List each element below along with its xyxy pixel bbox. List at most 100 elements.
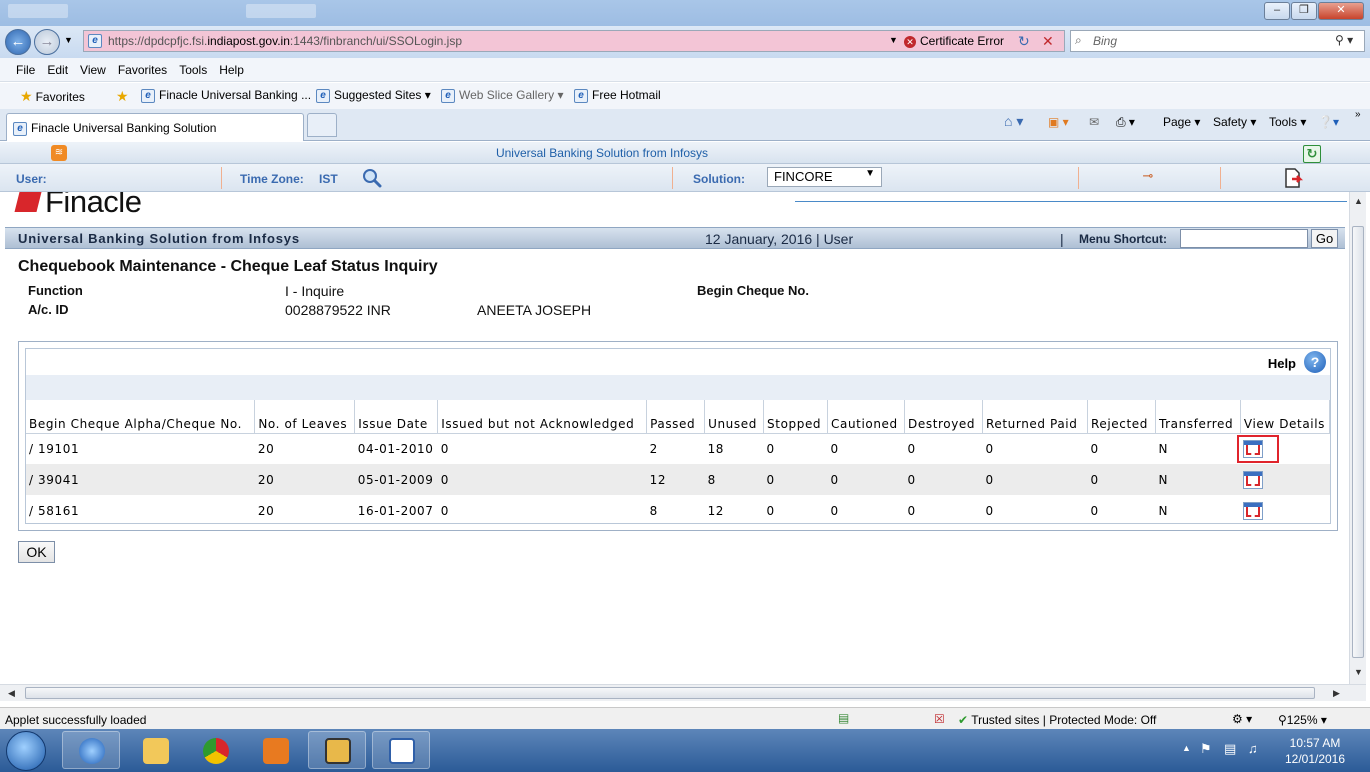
page-title: Chequebook Maintenance - Cheque Leaf Sta… bbox=[18, 258, 438, 275]
col-issued-not-ack: Issued but not Acknowledged bbox=[437, 400, 648, 434]
taskbar-media[interactable] bbox=[246, 731, 304, 769]
go-button[interactable]: Go bbox=[1311, 229, 1338, 248]
fav-link-suggested[interactable]: e Suggested Sites ▾ bbox=[316, 88, 431, 103]
refresh-icon[interactable]: ↻ bbox=[1018, 33, 1030, 50]
favorites-bar: ★ Favorites ★ e Finacle Universal Banking … bbox=[0, 83, 1370, 109]
cell-transferred: N bbox=[1158, 441, 1169, 456]
taskbar-chrome[interactable] bbox=[186, 731, 244, 769]
ie-icon: e bbox=[574, 88, 588, 103]
taskbar-word[interactable] bbox=[372, 731, 430, 769]
help-link[interactable]: Help bbox=[1268, 356, 1296, 371]
zone-info[interactable]: ✔ Trusted sites | Protected Mode: Off bbox=[958, 713, 1156, 727]
ie-icon bbox=[79, 738, 105, 764]
account-value: 0028879522 INR bbox=[285, 302, 391, 318]
scroll-up-icon[interactable]: ▲ bbox=[1354, 196, 1363, 206]
cell-issue-date: 04-01-2010 bbox=[357, 441, 434, 456]
col-view-details: View Details bbox=[1240, 400, 1331, 434]
vertical-scrollbar[interactable]: ▲ ▼ bbox=[1349, 192, 1366, 684]
menu-shortcut-label: Menu Shortcut: bbox=[1079, 232, 1167, 246]
safety-menu[interactable]: Safety ▾ bbox=[1213, 115, 1256, 129]
fav-link-finacle[interactable]: e Finacle Universal Banking ... bbox=[141, 88, 311, 103]
page-menu[interactable]: Page ▾ bbox=[1163, 115, 1200, 129]
scroll-right-icon[interactable]: ▶ bbox=[1333, 688, 1340, 699]
new-tab-button[interactable] bbox=[307, 113, 337, 137]
scroll-left-icon[interactable]: ◀ bbox=[8, 688, 15, 699]
menu-edit[interactable]: Edit bbox=[41, 58, 74, 77]
favorites-button[interactable]: ★ Favorites bbox=[20, 88, 85, 105]
tray-network-icon[interactable]: ▤ bbox=[1224, 741, 1236, 757]
certificate-error-button[interactable]: ✕ Certificate Error bbox=[904, 34, 1004, 48]
session-date: 12 January, 2016 | User bbox=[705, 231, 854, 247]
status-bar: Applet successfully loaded ▤ ☒ ✔ Trusted… bbox=[0, 707, 1370, 729]
menu-tools[interactable]: Tools bbox=[173, 58, 213, 77]
menu-view[interactable]: View bbox=[74, 58, 112, 77]
taskbar-explorer[interactable] bbox=[126, 731, 184, 769]
menu-bar: File Edit View Favorites Tools Help bbox=[0, 58, 1370, 82]
tray-expand-icon[interactable]: ▲ bbox=[1182, 743, 1191, 753]
tray-flag-icon[interactable]: ⚑ bbox=[1200, 741, 1212, 757]
ie-icon: e bbox=[141, 88, 155, 103]
timezone-value: IST bbox=[319, 172, 338, 186]
menu-shortcut-input[interactable] bbox=[1180, 229, 1308, 248]
view-details-icon[interactable] bbox=[1243, 501, 1264, 520]
search-input[interactable]: ⌕ Bing ⚲ ▾ bbox=[1070, 30, 1365, 52]
add-favorite-icon[interactable]: ★ bbox=[116, 88, 132, 105]
address-bar-row: ← → ▼ e https://dpdcpfjc.fsi.indiapost.g… bbox=[0, 26, 1370, 58]
url-dropdown-icon[interactable]: ▼ bbox=[889, 35, 898, 45]
selected-highlight bbox=[1237, 434, 1280, 463]
system-clock[interactable]: 10:57 AM 12/01/2016 bbox=[1266, 735, 1364, 767]
solution-select[interactable]: FINCORE ▼ bbox=[767, 167, 882, 187]
view-details-icon[interactable] bbox=[1243, 470, 1264, 489]
search-go-icon[interactable]: ⚲ ▾ bbox=[1335, 33, 1353, 47]
tray-volume-icon[interactable]: ♫ bbox=[1248, 741, 1258, 756]
taskbar-ie[interactable] bbox=[62, 731, 120, 769]
zoom-control[interactable]: ⚲125% ▾ bbox=[1278, 713, 1327, 727]
taskbar-app[interactable] bbox=[308, 731, 366, 769]
chevron-down-icon: ▼ bbox=[865, 168, 875, 179]
menu-help[interactable]: Help bbox=[213, 58, 250, 77]
search-icon[interactable] bbox=[361, 167, 383, 189]
ok-button[interactable]: OK bbox=[18, 541, 55, 563]
history-dropdown-icon[interactable]: ▼ bbox=[64, 35, 73, 45]
tab-finacle[interactable]: e Finacle Universal Banking Solution bbox=[6, 113, 304, 141]
refresh-page-icon[interactable]: ↻ bbox=[1303, 145, 1321, 163]
separator bbox=[672, 167, 673, 189]
print-icon[interactable]: ⎙ ▾ bbox=[1116, 115, 1135, 130]
scroll-thumb[interactable] bbox=[25, 687, 1315, 699]
maximize-button[interactable]: ❐ bbox=[1291, 2, 1317, 20]
tools-menu[interactable]: Tools ▾ bbox=[1269, 115, 1306, 129]
menu-favorites[interactable]: Favorites bbox=[112, 58, 173, 77]
separator bbox=[1078, 167, 1079, 189]
fav-link-hotmail[interactable]: e Free Hotmail bbox=[574, 88, 661, 103]
view-details-icon[interactable] bbox=[1243, 439, 1264, 458]
table-body: / 19101 20 04-01-2010 0 2 18 0 0 0 0 0 N/ 39041 20 05… bbox=[26, 433, 1330, 526]
menu-file[interactable]: File bbox=[0, 58, 41, 77]
popup-blocked-icon[interactable]: ☒ bbox=[934, 712, 945, 726]
forward-button[interactable]: → bbox=[34, 29, 60, 55]
help-menu-icon[interactable]: ❔▾ bbox=[1318, 115, 1339, 129]
home-icon[interactable]: ⌂ ▾ bbox=[1004, 113, 1023, 130]
col-issue-date: Issue Date bbox=[354, 400, 439, 434]
key-icon[interactable]: ⊸ bbox=[1138, 168, 1158, 188]
stop-icon[interactable]: ✕ bbox=[1042, 33, 1054, 50]
close-window-button[interactable]: ✕ bbox=[1318, 2, 1364, 20]
logout-icon[interactable] bbox=[1282, 167, 1304, 189]
mail-icon[interactable]: ✉ bbox=[1089, 115, 1099, 129]
security-icon[interactable]: ⚙ ▾ bbox=[1232, 712, 1252, 726]
feeds-icon[interactable]: ▣ ▾ bbox=[1048, 115, 1069, 129]
start-button[interactable] bbox=[6, 731, 46, 771]
scroll-down-icon[interactable]: ▼ bbox=[1354, 667, 1363, 677]
back-button[interactable]: ← bbox=[5, 29, 31, 55]
url-field[interactable]: e https://dpdcpfjc.fsi.indiapost.gov.in:… bbox=[83, 30, 1065, 52]
fav-link-webslice[interactable]: e Web Slice Gallery ▾ bbox=[441, 88, 564, 103]
col-destroyed: Destroyed bbox=[904, 400, 983, 434]
cell-view-details bbox=[1237, 433, 1329, 464]
overflow-chevron-icon[interactable]: » bbox=[1355, 109, 1361, 120]
media-icon bbox=[263, 738, 289, 764]
help-icon[interactable]: ? bbox=[1304, 351, 1326, 373]
scroll-thumb[interactable] bbox=[1352, 226, 1364, 658]
horizontal-scrollbar[interactable]: ◀ ▶ bbox=[0, 684, 1366, 701]
menu-tabs-strip bbox=[795, 192, 1347, 202]
minimize-button[interactable]: – bbox=[1264, 2, 1290, 20]
add-star-icon: ★ bbox=[116, 88, 129, 104]
